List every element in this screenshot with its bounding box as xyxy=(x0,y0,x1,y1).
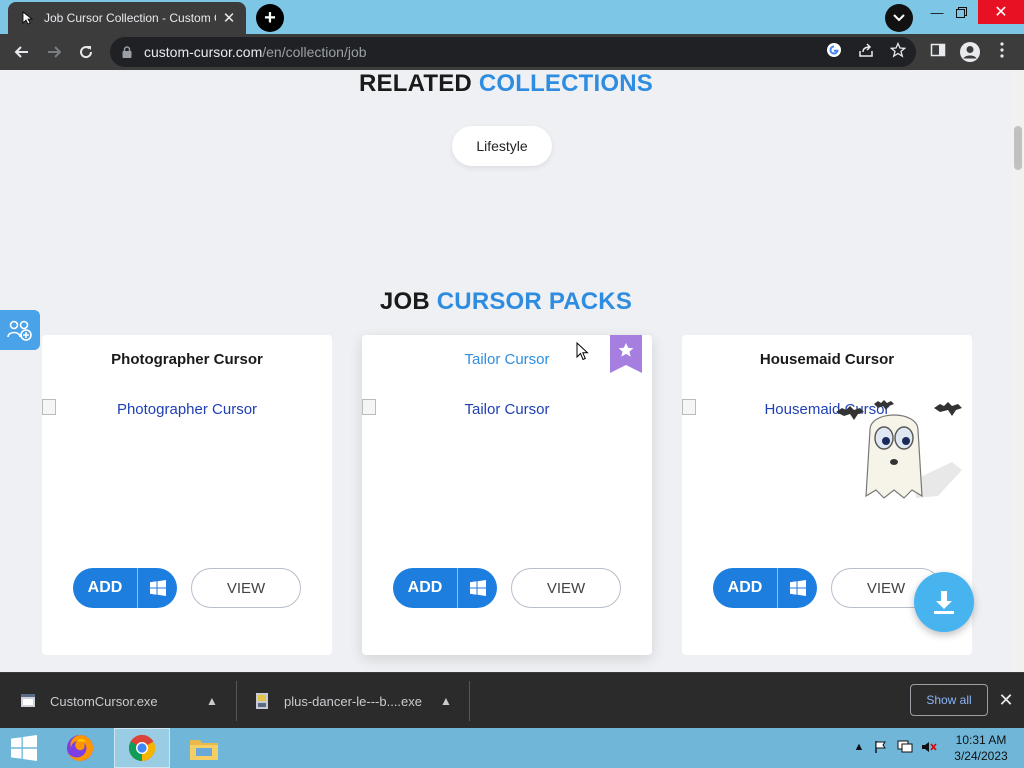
bookmark-star-icon[interactable] xyxy=(888,40,908,60)
users-add-icon xyxy=(7,320,32,341)
cursor-card-tailor: Tailor Cursor Tailor Cursor ADD VIEW xyxy=(362,335,652,655)
download-divider xyxy=(236,681,237,721)
chevron-up-icon[interactable]: ▲ xyxy=(204,693,220,709)
back-button[interactable] xyxy=(8,38,36,66)
download-shelf: CustomCursor.exe ▲ plus-dancer-le---b...… xyxy=(0,672,1024,728)
exe-file-icon xyxy=(21,694,35,707)
windows-logo-icon xyxy=(778,580,817,596)
windows-taskbar: ▲ 10:31 AM 3/24/2023 xyxy=(0,728,1024,768)
card-title[interactable]: Photographer Cursor xyxy=(42,351,332,368)
view-button[interactable]: VIEW xyxy=(511,568,621,608)
card-image-alt[interactable]: Photographer Cursor xyxy=(42,401,332,418)
download-filename: plus-dancer-le---b....exe xyxy=(284,693,422,709)
windows-logo-icon xyxy=(138,580,177,596)
add-button[interactable]: ADD xyxy=(713,568,817,608)
tab-strip: Job Cursor Collection - Custom C ✕ + — ✕ xyxy=(0,0,1024,34)
arrow-right-icon xyxy=(48,46,62,58)
firefox-icon[interactable] xyxy=(52,728,108,768)
browser-toolbar: custom-cursor.com/en/collection/job xyxy=(0,34,1024,70)
cursor-card-photographer: Photographer Cursor Photographer Cursor … xyxy=(42,335,332,655)
tag-lifestyle[interactable]: Lifestyle xyxy=(452,126,552,166)
clock-date: 3/24/2023 xyxy=(954,749,1008,763)
page-scrollbar[interactable] xyxy=(1012,70,1024,672)
action-center-flag-icon[interactable] xyxy=(872,738,890,756)
download-item-plus-dancer[interactable]: plus-dancer-le---b....exe ▲ xyxy=(254,673,466,729)
download-filename: CustomCursor.exe xyxy=(50,693,158,709)
related-heading-blue: COLLECTIONS xyxy=(478,70,654,97)
card-title[interactable]: Housemaid Cursor xyxy=(682,351,972,368)
tab-title: Job Cursor Collection - Custom C xyxy=(44,11,216,25)
menu-dots-icon[interactable] xyxy=(992,40,1012,60)
share-icon[interactable] xyxy=(856,40,876,60)
clock-time: 10:31 AM xyxy=(955,733,1007,747)
windows-logo-icon xyxy=(458,580,497,596)
show-all-downloads-button[interactable]: Show all xyxy=(910,684,988,716)
url-path: /en/collection/job xyxy=(262,44,367,60)
download-fab-button[interactable] xyxy=(914,572,974,632)
chevron-down-icon xyxy=(893,14,905,22)
mouse-pointer-icon xyxy=(576,342,589,361)
add-button[interactable]: ADD xyxy=(393,568,497,608)
star-ribbon-icon xyxy=(610,335,642,373)
related-collections-heading: RELATED COLLECTIONS xyxy=(0,70,1012,98)
download-icon xyxy=(934,591,954,614)
packs-heading-dark: JOB xyxy=(379,288,430,315)
arrow-left-icon xyxy=(14,46,28,58)
lock-icon[interactable] xyxy=(120,45,134,59)
job-cursor-packs-heading: JOB CURSOR PACKS xyxy=(0,288,1012,316)
address-bar[interactable]: custom-cursor.com/en/collection/job xyxy=(110,37,916,67)
card-title[interactable]: Tailor Cursor xyxy=(362,351,652,368)
add-button[interactable]: ADD xyxy=(73,568,177,608)
related-heading-dark: RELATED xyxy=(358,70,472,97)
windows-start-icon[interactable] xyxy=(0,728,48,768)
chevron-up-icon[interactable]: ▲ xyxy=(438,693,454,709)
web-page: RELATED COLLECTIONS Lifestyle JOB CURSOR… xyxy=(0,70,1024,672)
card-image-alt[interactable]: Tailor Cursor xyxy=(362,401,652,418)
download-item-customcursor[interactable]: CustomCursor.exe ▲ xyxy=(20,673,232,729)
show-hidden-icons-icon[interactable]: ▲ xyxy=(850,738,868,756)
volume-muted-icon[interactable] xyxy=(920,738,938,756)
restore-window-button[interactable] xyxy=(946,0,976,24)
close-download-shelf-icon[interactable]: ✕ xyxy=(996,690,1016,710)
exe-file-icon xyxy=(256,693,268,709)
google-icon[interactable] xyxy=(824,40,844,60)
view-button[interactable]: VIEW xyxy=(191,568,301,608)
close-window-button[interactable]: ✕ xyxy=(978,0,1024,24)
community-side-tab[interactable] xyxy=(0,310,40,350)
scrollbar-thumb[interactable] xyxy=(1014,126,1022,170)
system-clock[interactable]: 10:31 AM 3/24/2023 xyxy=(948,732,1014,764)
add-label: ADD xyxy=(407,579,443,596)
add-label: ADD xyxy=(87,579,123,596)
packs-heading-blue: CURSOR PACKS xyxy=(436,288,633,315)
reload-button[interactable] xyxy=(72,38,100,66)
tab-search-button[interactable] xyxy=(885,4,913,32)
profile-icon[interactable] xyxy=(958,40,982,64)
file-explorer-icon[interactable] xyxy=(176,728,232,768)
halloween-ghost-icon[interactable] xyxy=(834,400,964,508)
forward-button[interactable] xyxy=(40,38,68,66)
url-host: custom-cursor.com xyxy=(144,44,263,60)
network-icon[interactable] xyxy=(896,738,914,756)
chrome-icon[interactable] xyxy=(114,728,170,768)
side-panel-icon[interactable] xyxy=(928,40,948,60)
add-label: ADD xyxy=(727,579,763,596)
download-divider xyxy=(469,681,470,721)
reload-icon xyxy=(80,46,93,59)
browser-tab-active[interactable]: Job Cursor Collection - Custom C ✕ xyxy=(8,2,246,34)
cursor-favicon-icon xyxy=(20,10,36,26)
new-tab-button[interactable]: + xyxy=(256,4,284,32)
tab-close-icon[interactable]: ✕ xyxy=(220,9,238,27)
